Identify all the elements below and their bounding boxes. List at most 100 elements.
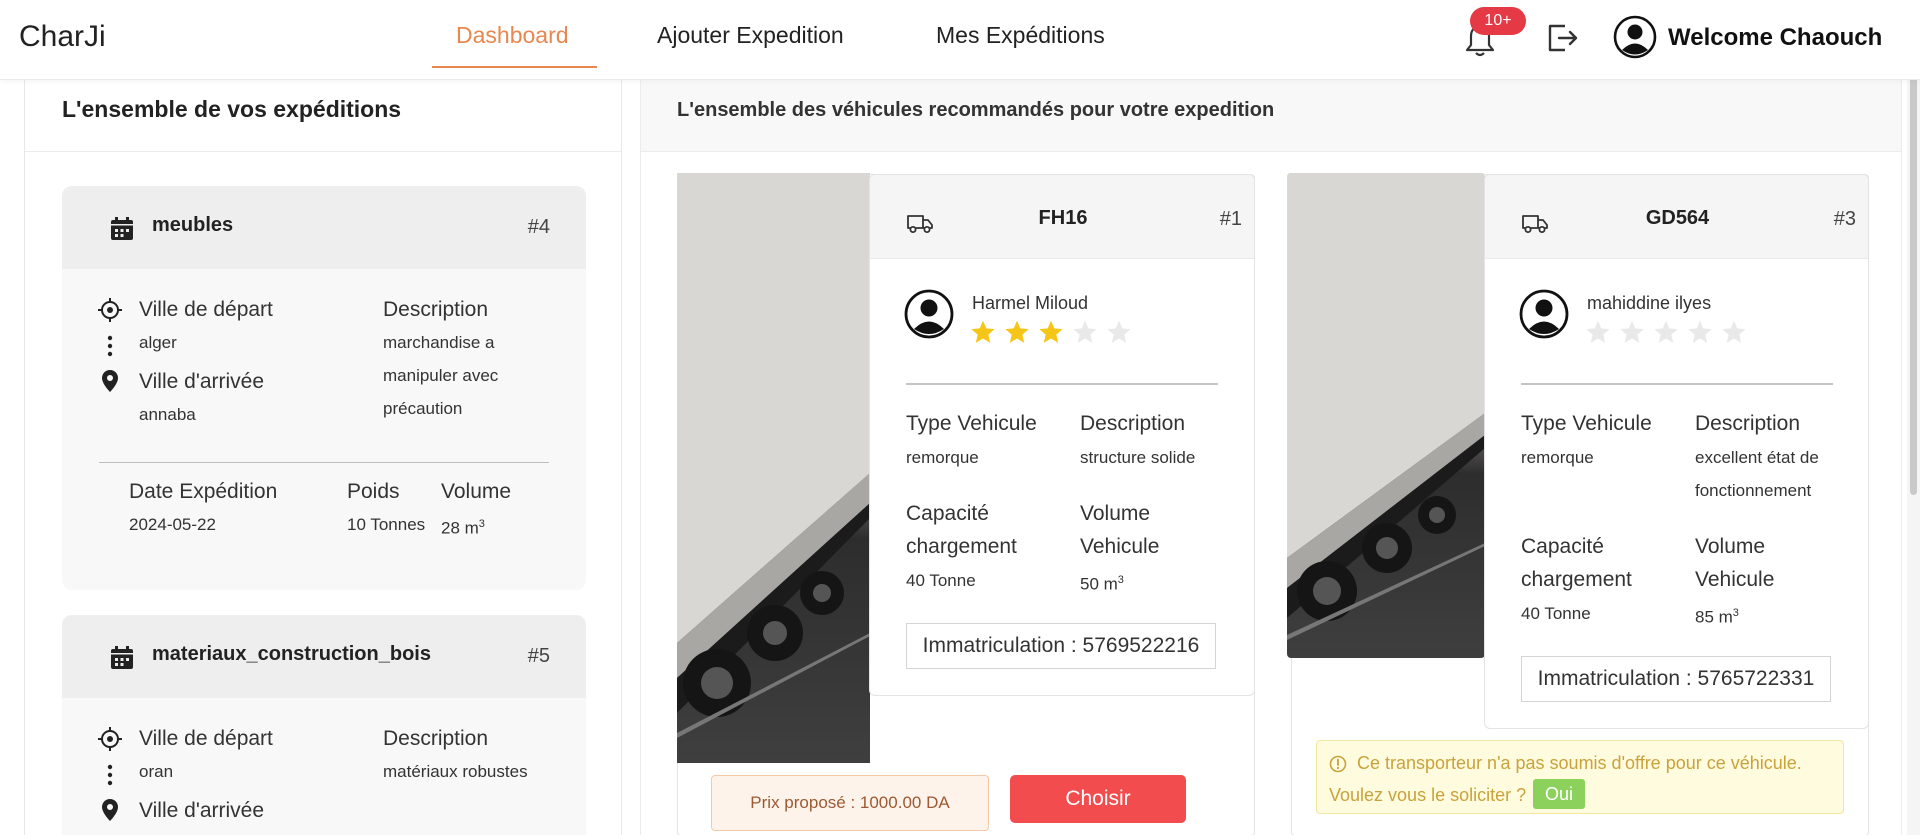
volume-value: 85 m3	[1695, 597, 1739, 634]
volume-label: Vehicule	[1695, 568, 1775, 591]
type-value: remorque	[1521, 448, 1594, 467]
nav-ajouter-expedition[interactable]: Ajouter Expedition	[657, 22, 844, 49]
star-filled-icon	[1039, 320, 1063, 343]
vehicle-info-card[interactable]: GD564 #3 mahiddine ilyes Type Vehicule r…	[1484, 174, 1869, 729]
star-empty-icon	[1586, 320, 1610, 343]
star-empty-icon	[1620, 320, 1644, 343]
expedition-card[interactable]: meubles #4 Ville de départ alger Ville d…	[62, 186, 586, 590]
crosshair-icon	[98, 727, 122, 751]
vehicle-name: GD564	[1645, 207, 1710, 229]
vehicle-name: FH16	[1038, 207, 1088, 229]
vehicle-info-header: GD564 #3	[1485, 175, 1868, 259]
expedition-card[interactable]: materiaux_construction_bois #5 Ville de …	[62, 615, 586, 835]
driver-name: mahiddine ilyes	[1587, 293, 1712, 313]
top-navbar: CharJi Dashboard Ajouter Expedition Mes …	[0, 0, 1920, 80]
type-label: Type Vehicule	[1521, 412, 1652, 435]
description-line: manipuler avec	[383, 366, 499, 385]
star-filled-icon	[1005, 320, 1029, 343]
arrivee-value: annaba	[139, 405, 196, 424]
expeditions-panel-header: L'ensemble de vos expéditions	[25, 80, 621, 152]
description-line: précaution	[383, 399, 463, 418]
nav-dashboard[interactable]: Dashboard	[456, 22, 569, 49]
vehicle-number: #3	[1833, 208, 1856, 230]
expeditions-panel-title: L'ensemble de vos expéditions	[62, 96, 402, 122]
vehicle-info-card[interactable]: FH16 #1 Harmel Miloud Type Vehicule remo…	[869, 174, 1255, 696]
expedition-number: #5	[527, 645, 550, 667]
type-value: remorque	[906, 448, 979, 467]
volume-label: Vehicule	[1080, 535, 1160, 558]
calendar-icon	[111, 646, 133, 669]
expedition-card-header: meubles #4	[62, 186, 586, 269]
map-pin-icon	[102, 799, 118, 821]
scrollbar-thumb[interactable]	[1910, 65, 1917, 495]
vehicle-photo	[1287, 173, 1485, 658]
type-label: Type Vehicule	[906, 412, 1037, 435]
depart-label: Ville de départ	[139, 298, 273, 321]
brand-logo[interactable]: CharJi	[19, 20, 106, 54]
vehicle-divider	[1521, 383, 1833, 385]
volume-unit-sup: 3	[1732, 607, 1739, 619]
capacite-value: 40 Tonne	[1521, 604, 1591, 623]
volume-number: 50 m	[1080, 574, 1118, 594]
user-avatar-icon[interactable]	[1613, 15, 1657, 59]
volume-value: 50 m3	[1080, 564, 1124, 601]
capacite-value: 40 Tonne	[906, 571, 976, 590]
truck-image-icon	[1287, 173, 1485, 640]
depart-value: alger	[139, 333, 177, 352]
expedition-card-header: materiaux_construction_bois #5	[62, 615, 586, 698]
capacite-label: chargement	[906, 535, 1017, 558]
no-offer-warning: Ce transporteur n'a pas soumis d'offre p…	[1316, 740, 1844, 814]
welcome-text: Welcome Chaouch	[1668, 24, 1883, 51]
choose-vehicle-button[interactable]: Choisir	[1010, 775, 1186, 823]
solicit-yes-button[interactable]: Oui	[1533, 779, 1585, 809]
logout-icon[interactable]	[1545, 21, 1581, 55]
description-label: Description	[383, 298, 489, 321]
volume-label: Volume	[1080, 502, 1151, 525]
volume-number: 28 m	[441, 518, 479, 538]
driver-avatar-icon	[904, 289, 954, 339]
warning-question: Voulez vous le soliciter ?	[1329, 785, 1527, 805]
driver-name: Harmel Miloud	[972, 293, 1089, 313]
volume-number: 85 m	[1695, 607, 1733, 627]
expedition-number: #4	[527, 216, 550, 238]
driver-rating	[970, 319, 1140, 347]
warning-text: Ce transporteur n'a pas soumis d'offre p…	[1357, 753, 1802, 773]
star-empty-icon	[1107, 320, 1131, 343]
poids-value: 10 Tonnes	[347, 515, 426, 534]
vehicles-panel-title: L'ensemble des véhicules recommandés pou…	[677, 99, 1275, 121]
arrivee-label: Ville d'arrivée	[139, 799, 265, 822]
vehicle-number: #1	[1219, 208, 1242, 230]
nav-mes-expeditions[interactable]: Mes Expéditions	[936, 22, 1105, 49]
vehicle-photo	[677, 173, 870, 763]
info-circle-icon	[1329, 755, 1347, 773]
vehicles-panel-header: L'ensemble des véhicules recommandés pou…	[641, 80, 1901, 152]
star-empty-icon	[1688, 320, 1712, 343]
expedition-name: meubles	[152, 214, 234, 236]
notification-badge: 10+	[1470, 7, 1526, 35]
volume-unit-sup: 3	[478, 518, 485, 530]
description-label: Description	[1080, 412, 1186, 435]
description-line: structure solide	[1080, 448, 1196, 467]
volume-unit-sup: 3	[1117, 574, 1124, 586]
page-scrollbar[interactable]	[1907, 60, 1920, 835]
arrivee-label: Ville d'arrivée	[139, 370, 265, 393]
star-empty-icon	[1722, 320, 1746, 343]
star-empty-icon	[1073, 320, 1097, 343]
star-filled-icon	[971, 320, 995, 343]
capacite-label: Capacité	[906, 502, 989, 525]
description-label: Description	[1695, 412, 1801, 435]
description-line: fonctionnement	[1695, 481, 1812, 500]
date-value: 2024-05-22	[129, 515, 216, 534]
map-pin-icon	[102, 370, 118, 392]
driver-rating	[1585, 319, 1755, 347]
immatriculation-box: Immatriculation : 5765722331	[1521, 656, 1831, 702]
depart-value: oran	[139, 762, 174, 781]
vehicle-divider	[906, 383, 1218, 385]
calendar-icon	[111, 217, 133, 240]
active-nav-underline	[432, 66, 597, 68]
description-line: excellent état de	[1695, 448, 1819, 467]
crosshair-icon	[98, 298, 122, 322]
volume-value: 28 m3	[441, 508, 485, 545]
driver-avatar-icon	[1519, 289, 1569, 339]
vertical-dots-icon	[107, 335, 113, 357]
